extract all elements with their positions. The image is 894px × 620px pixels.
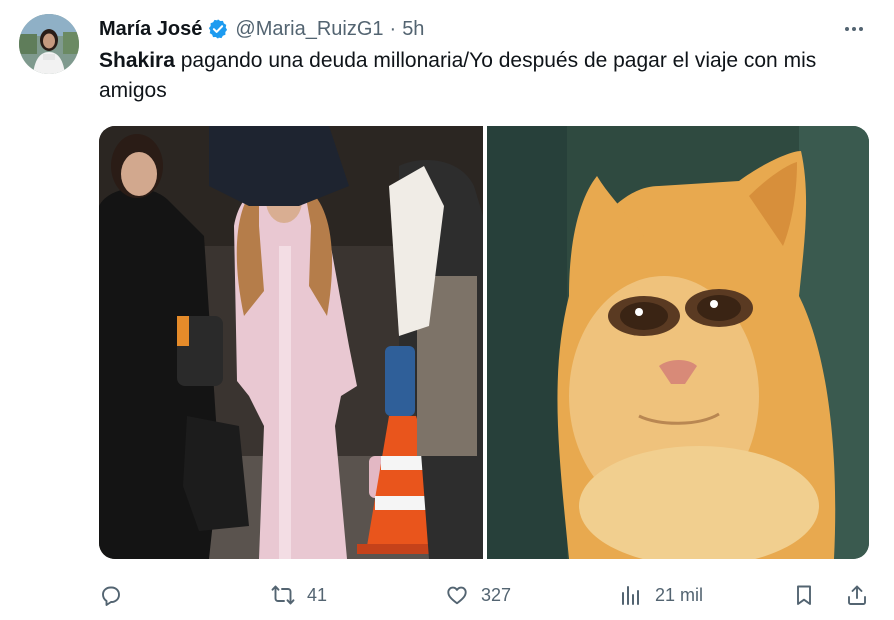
retweet-icon xyxy=(271,585,295,605)
more-options-icon[interactable] xyxy=(836,18,872,40)
action-bar: 41 327 21 mil xyxy=(99,578,874,612)
retweet-button[interactable]: 41 xyxy=(271,578,327,612)
views-bar-chart-icon xyxy=(622,586,639,605)
views-count: 21 mil xyxy=(655,584,704,605)
handle[interactable]: @Maria_RuizG1 xyxy=(235,18,383,41)
bookmark-button[interactable] xyxy=(792,578,816,612)
separator-dot: · xyxy=(389,17,397,40)
media-photo-crying-cat[interactable] xyxy=(487,126,869,559)
heart-icon xyxy=(447,586,467,605)
tweet-card[interactable]: María José @Maria_RuizG1 · 5h Shakira pa… xyxy=(0,0,894,620)
verified-badge-icon[interactable] xyxy=(207,18,229,40)
retweet-count: 41 xyxy=(307,584,328,605)
share-button[interactable] xyxy=(845,578,869,612)
tweet-text-body: pagando una deuda millonaria/Yo después … xyxy=(99,49,817,102)
tweet-header: María José @Maria_RuizG1 · 5h xyxy=(99,14,424,44)
share-upload-icon xyxy=(848,585,866,605)
timestamp[interactable]: 5h xyxy=(402,18,424,41)
views-button[interactable]: 21 mil xyxy=(619,578,703,612)
tweet-text: Shakira pagando una deuda millonaria/Yo … xyxy=(99,46,859,106)
tweet-text-bold: Shakira xyxy=(99,49,175,72)
media-photo-shakira[interactable] xyxy=(99,126,483,559)
reply-button[interactable] xyxy=(99,578,123,612)
like-button[interactable]: 327 xyxy=(445,578,511,612)
like-count: 327 xyxy=(481,584,512,605)
reply-icon xyxy=(102,586,120,606)
bookmark-icon xyxy=(797,585,811,605)
display-name[interactable]: María José xyxy=(99,18,202,41)
avatar[interactable] xyxy=(19,14,79,74)
media-grid xyxy=(99,126,869,559)
